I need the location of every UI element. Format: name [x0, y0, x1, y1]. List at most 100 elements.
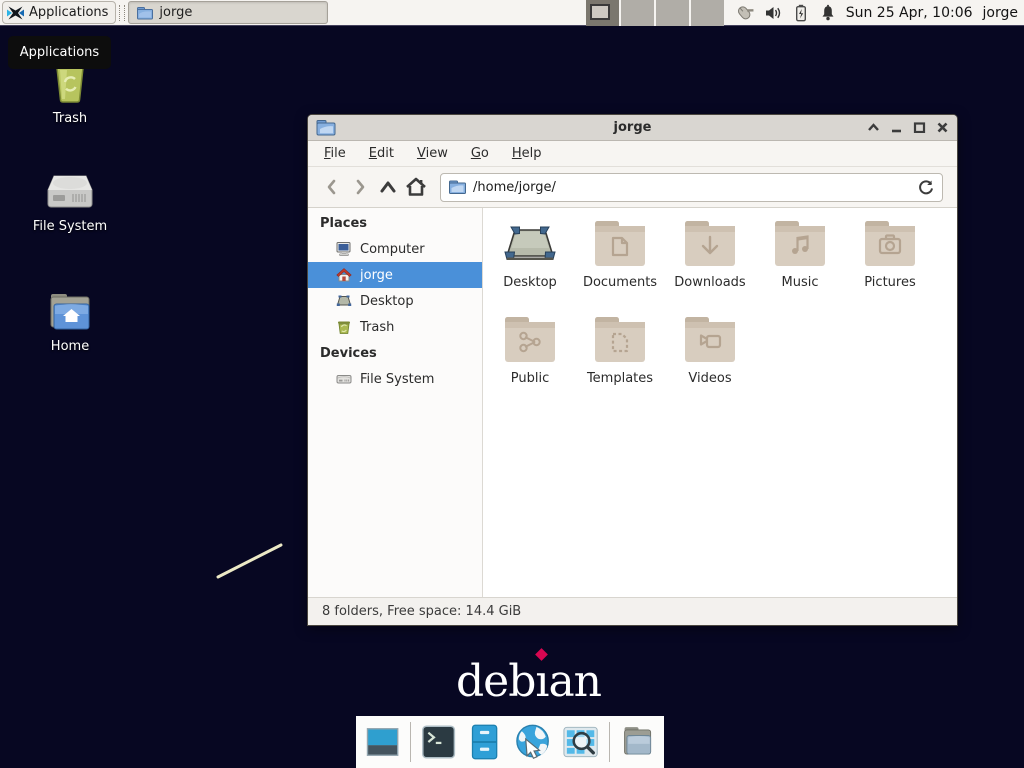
xfce-logo-icon: [7, 6, 24, 20]
applications-menu-button[interactable]: Applications: [2, 1, 116, 24]
dock-separator: [410, 722, 411, 762]
file-list: Desktop Documents: [483, 208, 957, 597]
menu-bar: File Edit View Go Help: [308, 141, 957, 167]
file-label: Videos: [688, 371, 731, 386]
window-title: jorge: [308, 120, 957, 135]
sidebar-item-label: Computer: [360, 242, 425, 257]
desktop-icon-file-system[interactable]: File System: [10, 170, 130, 234]
sidebar-item-label: jorge: [360, 268, 393, 283]
menu-edit[interactable]: Edit: [369, 146, 394, 161]
workspace-3[interactable]: [656, 0, 689, 26]
file-label: Templates: [587, 371, 653, 386]
notifications-bell-icon[interactable]: [820, 4, 836, 21]
path-value: /home/jorge/: [473, 180, 911, 195]
mouse-icon[interactable]: [734, 4, 754, 22]
file-label: Pictures: [864, 275, 915, 290]
file-tile-downloads[interactable]: Downloads: [665, 218, 755, 314]
forward-button[interactable]: [346, 173, 374, 201]
file-manager-window: jorge File Edit View Go Help: [308, 115, 957, 625]
minimize-button[interactable]: [889, 121, 903, 135]
sidebar-header-devices: Devices: [308, 340, 482, 366]
file-tile-documents[interactable]: Documents: [575, 218, 665, 314]
menu-help[interactable]: Help: [512, 146, 542, 161]
maximize-button[interactable]: [912, 121, 926, 135]
volume-icon[interactable]: [765, 5, 782, 21]
folder-music-icon: [772, 218, 828, 270]
taskbar-window-label: jorge: [159, 5, 192, 20]
home-folder-icon: [47, 292, 93, 332]
web-browser-icon[interactable]: [513, 722, 552, 762]
user-home-icon: [336, 267, 352, 283]
file-label: Desktop: [503, 275, 557, 290]
desktop-icon-label: Trash: [53, 111, 87, 126]
status-bar: 8 folders, Free space: 14.4 GiB: [308, 597, 957, 625]
taskbar-window-button[interactable]: jorge: [128, 1, 328, 24]
top-panel: Applications jorge: [0, 0, 1024, 26]
sidebar-item-label: Trash: [360, 320, 394, 335]
computer-icon: [336, 241, 352, 257]
shade-button[interactable]: [866, 121, 880, 135]
system-tray: [734, 4, 836, 22]
file-label: Documents: [583, 275, 657, 290]
folder-public-icon: [502, 314, 558, 366]
folder-pictures-icon: [862, 218, 918, 270]
dock-separator: [609, 722, 610, 762]
desktop-icon: [336, 293, 352, 309]
applications-tooltip: Applications: [8, 36, 111, 69]
up-button[interactable]: [374, 173, 402, 201]
close-button[interactable]: [935, 121, 949, 135]
desktop-icon-label: File System: [33, 219, 107, 234]
workspace-window-miniature: [590, 4, 610, 20]
file-label: Music: [782, 275, 819, 290]
file-tile-music[interactable]: Music: [755, 218, 845, 314]
folder-icon: [137, 6, 153, 20]
refresh-icon[interactable]: [918, 179, 934, 196]
menu-go[interactable]: Go: [471, 146, 489, 161]
menu-view[interactable]: View: [417, 146, 448, 161]
toolbar: /home/jorge/: [308, 167, 957, 208]
file-tile-videos[interactable]: Videos: [665, 314, 755, 410]
window-titlebar[interactable]: jorge: [308, 115, 957, 141]
folder-icon: [449, 180, 466, 194]
window-folder-icon: [316, 119, 336, 136]
file-manager-icon[interactable]: [466, 722, 503, 762]
panel-clock[interactable]: Sun 25 Apr, 10:06: [846, 5, 973, 21]
workspace-switcher: [586, 0, 724, 26]
applications-tooltip-text: Applications: [20, 45, 99, 60]
dock: [356, 716, 664, 768]
folder-templates-icon: [592, 314, 648, 366]
workspace-4[interactable]: [691, 0, 724, 26]
sidebar-item-desktop[interactable]: Desktop: [308, 288, 482, 314]
panel-grip[interactable]: [119, 5, 125, 21]
sidebar-item-jorge[interactable]: jorge: [308, 262, 482, 288]
terminal-icon[interactable]: [420, 722, 457, 762]
show-desktop-icon[interactable]: [364, 722, 401, 762]
applications-menu-label: Applications: [29, 5, 108, 20]
folder-documents-icon: [592, 218, 648, 270]
hard-drive-icon: [46, 170, 94, 212]
desktop-icon-label: Home: [51, 339, 89, 354]
path-input[interactable]: /home/jorge/: [440, 173, 943, 202]
workspace-2[interactable]: [621, 0, 654, 26]
sidebar-header-places: Places: [308, 210, 482, 236]
sidebar: Places Computer jorge: [308, 208, 483, 597]
sidebar-item-computer[interactable]: Computer: [308, 236, 482, 262]
file-tile-templates[interactable]: Templates: [575, 314, 665, 410]
sidebar-item-trash[interactable]: Trash: [308, 314, 482, 340]
debian-logo: debıan: [456, 656, 601, 707]
sidebar-item-file-system[interactable]: File System: [308, 366, 482, 392]
desktop-icon-home[interactable]: Home: [10, 292, 130, 354]
directory-menu-icon[interactable]: [619, 722, 656, 762]
sidebar-item-label: File System: [360, 372, 434, 387]
panel-username[interactable]: jorge: [983, 5, 1018, 21]
file-tile-pictures[interactable]: Pictures: [845, 218, 935, 314]
menu-file[interactable]: File: [324, 146, 346, 161]
battery-charging-icon[interactable]: [793, 4, 809, 22]
back-button[interactable]: [318, 173, 346, 201]
file-tile-public[interactable]: Public: [485, 314, 575, 410]
application-finder-icon[interactable]: [561, 722, 600, 762]
file-tile-desktop[interactable]: Desktop: [485, 218, 575, 314]
home-button[interactable]: [402, 173, 430, 201]
folder-videos-icon: [682, 314, 738, 366]
workspace-1[interactable]: [586, 0, 619, 26]
